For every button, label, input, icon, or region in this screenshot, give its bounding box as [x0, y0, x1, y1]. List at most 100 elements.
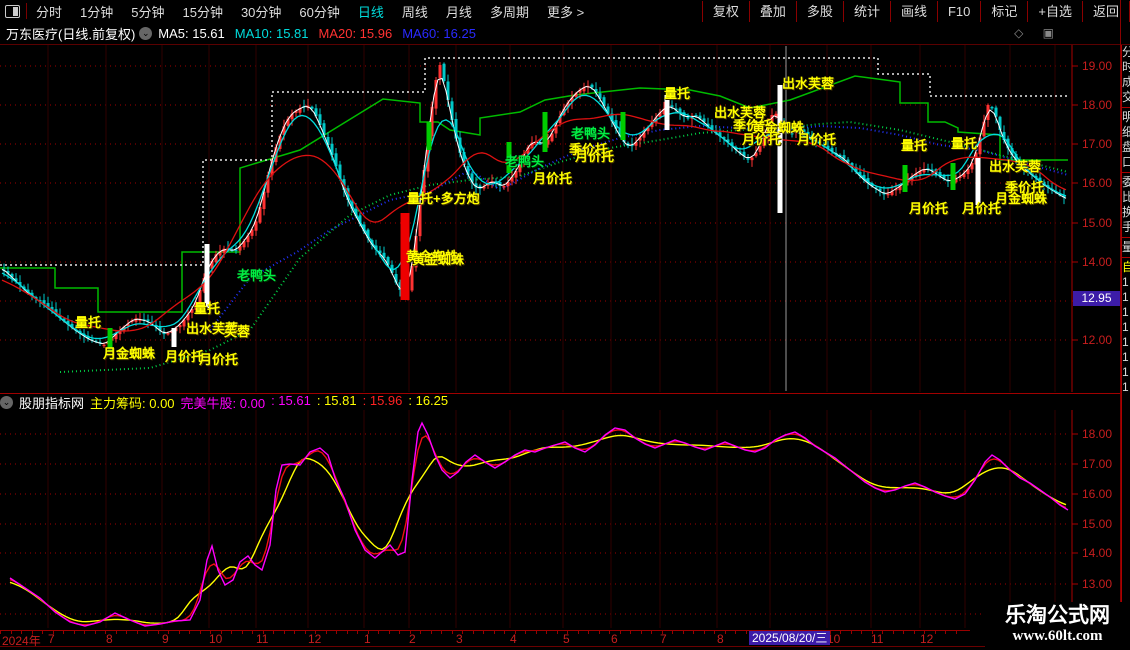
button-叠加[interactable]: 叠加	[749, 1, 796, 22]
tab-period-15分钟[interactable]: 15分钟	[173, 2, 231, 21]
axis-tick	[273, 631, 274, 634]
clipped-number: 1	[1122, 350, 1130, 365]
button-统计[interactable]: 统计	[843, 1, 890, 22]
axis-tick	[546, 631, 547, 634]
clipped-number: 1	[1122, 290, 1130, 305]
tab-period-更多 >[interactable]: 更多 >	[538, 2, 593, 21]
month-label: 12	[308, 632, 321, 646]
clipped-number: 1	[1122, 320, 1130, 335]
stock-header: 万东医疗(日线.前复权) ⌄ MA5: 15.61MA10: 15.81MA20…	[0, 22, 1130, 45]
button-画线[interactable]: 画线	[890, 1, 937, 22]
axis-tick	[683, 631, 684, 634]
tab-period-分时[interactable]: 分时	[27, 2, 71, 21]
axis-tick	[326, 631, 327, 634]
clipped-number: 1	[1122, 380, 1130, 395]
month-label: 6	[611, 632, 618, 646]
axis-tick	[641, 631, 642, 634]
watermark-url: www.60lt.com	[985, 628, 1130, 644]
axis-tick	[672, 631, 673, 634]
button-复权[interactable]: 复权	[702, 1, 749, 22]
button-多股[interactable]: 多股	[796, 1, 843, 22]
button-标记[interactable]: 标记	[980, 1, 1027, 22]
axis-tick	[200, 631, 201, 634]
axis-tick	[620, 631, 621, 634]
button-+自选[interactable]: +自选	[1027, 1, 1082, 22]
signal-label-月价托: 月价托	[199, 353, 238, 366]
watermark: 乐淘公式网 www.60lt.com	[985, 602, 1130, 650]
signal-label-老鸭头: 老鸭头	[505, 155, 544, 168]
signal-label-月价托: 月价托	[533, 172, 572, 185]
chevron-down-icon[interactable]: ⌄	[139, 27, 152, 40]
tab-period-日线[interactable]: 日线	[349, 2, 393, 21]
axis-tick	[42, 631, 43, 634]
axis-tick	[158, 631, 159, 634]
month-label: 12	[920, 632, 933, 646]
crosshair-date-label: 2025/08/20/三	[749, 631, 830, 645]
axis-tick	[420, 631, 421, 634]
tab-period-月线[interactable]: 月线	[437, 2, 481, 21]
signal-label-老鸭头: 老鸭头	[571, 127, 610, 140]
indicator-line-chart[interactable]	[0, 410, 1130, 628]
axis-tick	[336, 631, 337, 634]
month-label: 1	[364, 632, 371, 646]
app-window: { "toolbar": { "left": [ {"label":"分时","…	[0, 0, 1130, 650]
divider	[1122, 237, 1130, 238]
signal-label-月价托: 月价托	[575, 150, 614, 163]
axis-tick	[525, 631, 526, 634]
axis-tick	[389, 631, 390, 634]
axis-tick	[714, 631, 715, 634]
axis-tick	[578, 631, 579, 634]
axis-tick	[693, 631, 694, 634]
axis-tick	[357, 631, 358, 634]
axis-tick	[651, 631, 652, 634]
ma-legend-item: MA60: 16.25	[402, 26, 476, 41]
tab-period-30分钟[interactable]: 30分钟	[232, 2, 290, 21]
clipped-text: 时	[1122, 60, 1130, 75]
tab-period-1分钟[interactable]: 1分钟	[71, 2, 122, 21]
clipped-text: 盘	[1122, 140, 1130, 155]
axis-tick	[231, 631, 232, 634]
date-axis[interactable]: 2024年789101112123456781011122025/08/20/三	[0, 630, 970, 647]
clipped-text: 量	[1122, 240, 1130, 255]
clipped-text: 比	[1122, 190, 1130, 205]
signal-label-月价托: 月价托	[962, 202, 1001, 215]
clipped-right-panel[interactable]: 分时成交明细盘口委比换手量自11111111	[1121, 45, 1130, 630]
main-candlestick-chart[interactable]	[0, 45, 1130, 392]
axis-tick	[305, 631, 306, 634]
axis-tick	[347, 631, 348, 634]
axis-tick	[588, 631, 589, 634]
right-border	[1120, 0, 1121, 650]
axis-tick	[147, 631, 148, 634]
axis-tick	[746, 631, 747, 634]
month-label: 10	[209, 632, 222, 646]
button-返回[interactable]: 返回	[1082, 1, 1130, 22]
axis-tick	[378, 631, 379, 634]
axis-tick	[399, 631, 400, 634]
watermark-site-name: 乐淘公式网	[985, 602, 1130, 628]
tab-period-多周期[interactable]: 多周期	[481, 2, 538, 21]
month-label: 5	[563, 632, 570, 646]
tab-period-周线[interactable]: 周线	[393, 2, 437, 21]
axis-tick	[189, 631, 190, 634]
chevron-down-icon[interactable]: ⌄	[0, 396, 13, 409]
month-label: 11	[256, 632, 268, 646]
signal-label-月金蜘蛛: 月金蜘蛛	[995, 192, 1047, 205]
axis-tick	[914, 631, 915, 634]
axis-tick	[494, 631, 495, 634]
axis-tick	[294, 631, 295, 634]
month-label: 3	[456, 632, 463, 646]
axis-tick	[861, 631, 862, 634]
tab-period-5分钟[interactable]: 5分钟	[122, 2, 173, 21]
axis-tick	[431, 631, 432, 634]
tab-period-60分钟[interactable]: 60分钟	[290, 2, 348, 21]
window-icon[interactable]	[5, 5, 20, 18]
button-F10[interactable]: F10	[937, 1, 980, 22]
corner-icons[interactable]: ◇ ▣	[1014, 26, 1062, 40]
axis-tick	[630, 631, 631, 634]
axis-tick	[116, 631, 117, 634]
stock-title: 万东医疗(日线.前复权)	[6, 24, 135, 43]
signal-label-月价托: 月价托	[909, 202, 948, 215]
clipped-text: 成	[1122, 75, 1130, 90]
signal-label-芙蓉: 芙蓉	[224, 325, 250, 338]
axis-tick	[137, 631, 138, 634]
